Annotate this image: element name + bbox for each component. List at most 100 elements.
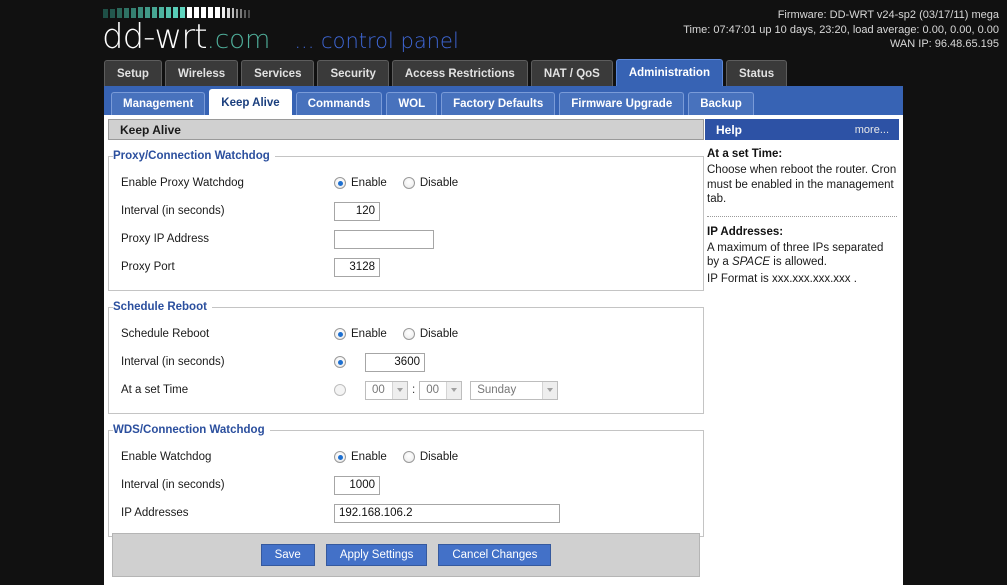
label-wds-ip-addresses: IP Addresses xyxy=(121,507,189,519)
main-tab-nat-qos[interactable]: NAT / QoS xyxy=(530,60,613,86)
radio-schedule-reboot-enable[interactable] xyxy=(334,328,346,340)
select-reboot-minute-value: 00 xyxy=(426,384,439,396)
section-wds-watchdog-legend: WDS/Connection Watchdog xyxy=(113,424,265,436)
input-proxy-port[interactable] xyxy=(334,257,380,277)
main-tab-services[interactable]: Services xyxy=(241,60,315,86)
sub-tab-commands[interactable]: Commands xyxy=(295,92,383,115)
label-proxy-ip: Proxy IP Address xyxy=(121,233,209,245)
main-tab-setup[interactable]: Setup xyxy=(104,60,162,86)
main-tab-security[interactable]: Security xyxy=(317,60,389,86)
select-reboot-day[interactable]: Sunday xyxy=(470,380,559,400)
radio-label-wds-watchdog-disable[interactable]: Disable xyxy=(420,451,458,463)
help-section-2-title: IP Addresses: xyxy=(707,225,784,238)
radio-schedule-mode-interval[interactable] xyxy=(334,356,346,368)
select-reboot-hour[interactable]: 00 xyxy=(365,380,408,400)
label-schedule-reboot: Schedule Reboot xyxy=(121,328,210,340)
sub-tab-wol[interactable]: WOL xyxy=(386,92,438,115)
page-header: dd-wrt.com ... control panel Firmware: DD… xyxy=(0,0,1007,58)
row-schedule-set-time: At a set Time 00 : 00 Sunday xyxy=(109,377,703,403)
wan-ip: WAN IP: 96.48.65.195 xyxy=(889,38,999,50)
main-tab-wireless[interactable]: Wireless xyxy=(164,60,239,86)
radio-schedule-reboot-disable[interactable] xyxy=(402,328,415,340)
time-colon-separator: : xyxy=(412,384,416,396)
help-section-2-text-b: is allowed. xyxy=(770,256,827,268)
dd-wrt-control-panel: dd-wrt.com ... control panel Firmware: DD… xyxy=(0,0,1007,585)
sub-tab-factory-defaults[interactable]: Factory Defaults xyxy=(441,92,556,115)
radio-wds-watchdog-disable[interactable] xyxy=(402,451,415,463)
help-content: At a set Time: Choose when reboot the ro… xyxy=(705,140,899,286)
system-info: Firmware: DD-WRT v24-sp2 (03/17/11) mega… xyxy=(683,8,999,52)
row-proxy-port: Proxy Port xyxy=(109,254,703,280)
label-proxy-interval: Interval (in seconds) xyxy=(121,205,225,217)
radio-label-wds-watchdog-enable[interactable]: Enable xyxy=(351,451,387,463)
logo-dot-com: .com xyxy=(206,25,271,55)
page-title: Keep Alive xyxy=(108,119,704,140)
help-section-2-space-keyword: SPACE xyxy=(731,256,771,268)
sub-tab-management[interactable]: Management xyxy=(111,92,206,115)
sub-tab-firmware-upgrade[interactable]: Firmware Upgrade xyxy=(559,92,685,115)
row-wds-ip-addresses: IP Addresses xyxy=(109,500,703,526)
main-tab-status[interactable]: Status xyxy=(725,60,788,86)
logo-tagline: ... control panel xyxy=(294,29,459,53)
help-panel: Help more... At a set Time: Choose when … xyxy=(705,119,899,288)
select-reboot-hour-value: 00 xyxy=(372,384,385,396)
chevron-down-icon xyxy=(392,381,407,399)
input-wds-interval[interactable] xyxy=(334,475,380,495)
row-wds-interval: Interval (in seconds) xyxy=(109,472,703,498)
radio-label-schedule-reboot-disable[interactable]: Disable xyxy=(420,328,458,340)
section-proxy-watchdog-legend: Proxy/Connection Watchdog xyxy=(113,150,270,162)
input-wds-ip-addresses[interactable] xyxy=(334,503,560,523)
sub-tab-keep-alive[interactable]: Keep Alive xyxy=(209,89,292,115)
main-tab-administration[interactable]: Administration xyxy=(615,59,723,86)
brand-logo: dd-wrt.com ... control panel xyxy=(102,5,459,59)
section-schedule-reboot: Schedule Reboot Schedule Reboot Enable D… xyxy=(108,301,704,414)
section-proxy-watchdog: Proxy/Connection Watchdog Enable Proxy W… xyxy=(108,150,704,291)
row-proxy-interval: Interval (in seconds) xyxy=(109,198,703,224)
chevron-down-icon xyxy=(446,381,462,399)
radio-label-proxy-watchdog-disable[interactable]: Disable xyxy=(420,177,458,189)
help-header: Help more... xyxy=(705,119,899,140)
label-enable-wds-watchdog: Enable Watchdog xyxy=(121,451,212,463)
settings-column: Keep Alive Proxy/Connection Watchdog Ena… xyxy=(108,119,704,537)
help-section-2-line-2: IP Format is xxx.xxx.xxx.xxx . xyxy=(707,272,857,285)
sub-tab-backup[interactable]: Backup xyxy=(688,92,754,115)
help-section-2-line-1: A maximum of three IPs separated by a SP… xyxy=(707,241,897,270)
row-enable-wds-watchdog: Enable Watchdog Enable Disable xyxy=(109,444,703,470)
radio-proxy-watchdog-disable[interactable] xyxy=(402,177,415,189)
section-schedule-reboot-legend: Schedule Reboot xyxy=(113,301,207,313)
action-button-bar: Save Apply Settings Cancel Changes xyxy=(112,533,700,577)
label-wds-interval: Interval (in seconds) xyxy=(121,479,225,491)
row-schedule-reboot-toggle: Schedule Reboot Enable Disable xyxy=(109,321,703,347)
help-more-link[interactable]: more... xyxy=(855,124,889,136)
input-schedule-interval[interactable] xyxy=(365,352,425,372)
section-wds-watchdog: WDS/Connection Watchdog Enable Watchdog … xyxy=(108,424,704,537)
help-section-1-body: Choose when reboot the router. Cron must… xyxy=(707,164,897,205)
chevron-down-icon xyxy=(542,381,558,399)
main-tab-bar: Setup Wireless Services Security Access … xyxy=(104,59,788,86)
sub-tab-list: Management Keep Alive Commands WOL Facto… xyxy=(111,89,754,115)
radio-label-proxy-watchdog-enable[interactable]: Enable xyxy=(351,177,387,189)
save-button[interactable]: Save xyxy=(260,544,315,566)
radiogroup-wds-watchdog: Enable Disable xyxy=(334,451,474,463)
label-schedule-set-time: At a set Time xyxy=(121,384,189,396)
sub-tab-bar: Management Keep Alive Commands WOL Facto… xyxy=(104,86,903,115)
logo-text: dd-wrt.com ... control panel xyxy=(102,19,459,59)
radio-label-schedule-reboot-enable[interactable]: Enable xyxy=(351,328,387,340)
radiogroup-proxy-watchdog: Enable Disable xyxy=(334,177,474,189)
cancel-changes-button[interactable]: Cancel Changes xyxy=(438,544,552,566)
help-title: Help xyxy=(716,122,743,137)
select-reboot-day-value: Sunday xyxy=(477,384,517,396)
select-reboot-minute[interactable]: 00 xyxy=(419,380,463,400)
radio-wds-watchdog-enable[interactable] xyxy=(334,451,346,463)
row-enable-proxy-watchdog: Enable Proxy Watchdog Enable Disable xyxy=(109,170,703,196)
help-section-1-title: At a set Time: xyxy=(707,148,783,160)
uptime-load: Time: 07:47:01 up 10 days, 23:20, load a… xyxy=(683,23,999,36)
logo-main: dd-wrt xyxy=(102,17,208,57)
main-tab-access-restrictions[interactable]: Access Restrictions xyxy=(391,60,528,86)
radio-schedule-mode-set-time[interactable] xyxy=(334,384,346,396)
radio-proxy-watchdog-enable[interactable] xyxy=(334,177,346,189)
input-proxy-ip[interactable] xyxy=(334,229,434,249)
input-proxy-interval[interactable] xyxy=(334,201,380,221)
label-proxy-port: Proxy Port xyxy=(121,261,175,273)
apply-settings-button[interactable]: Apply Settings xyxy=(325,544,428,566)
